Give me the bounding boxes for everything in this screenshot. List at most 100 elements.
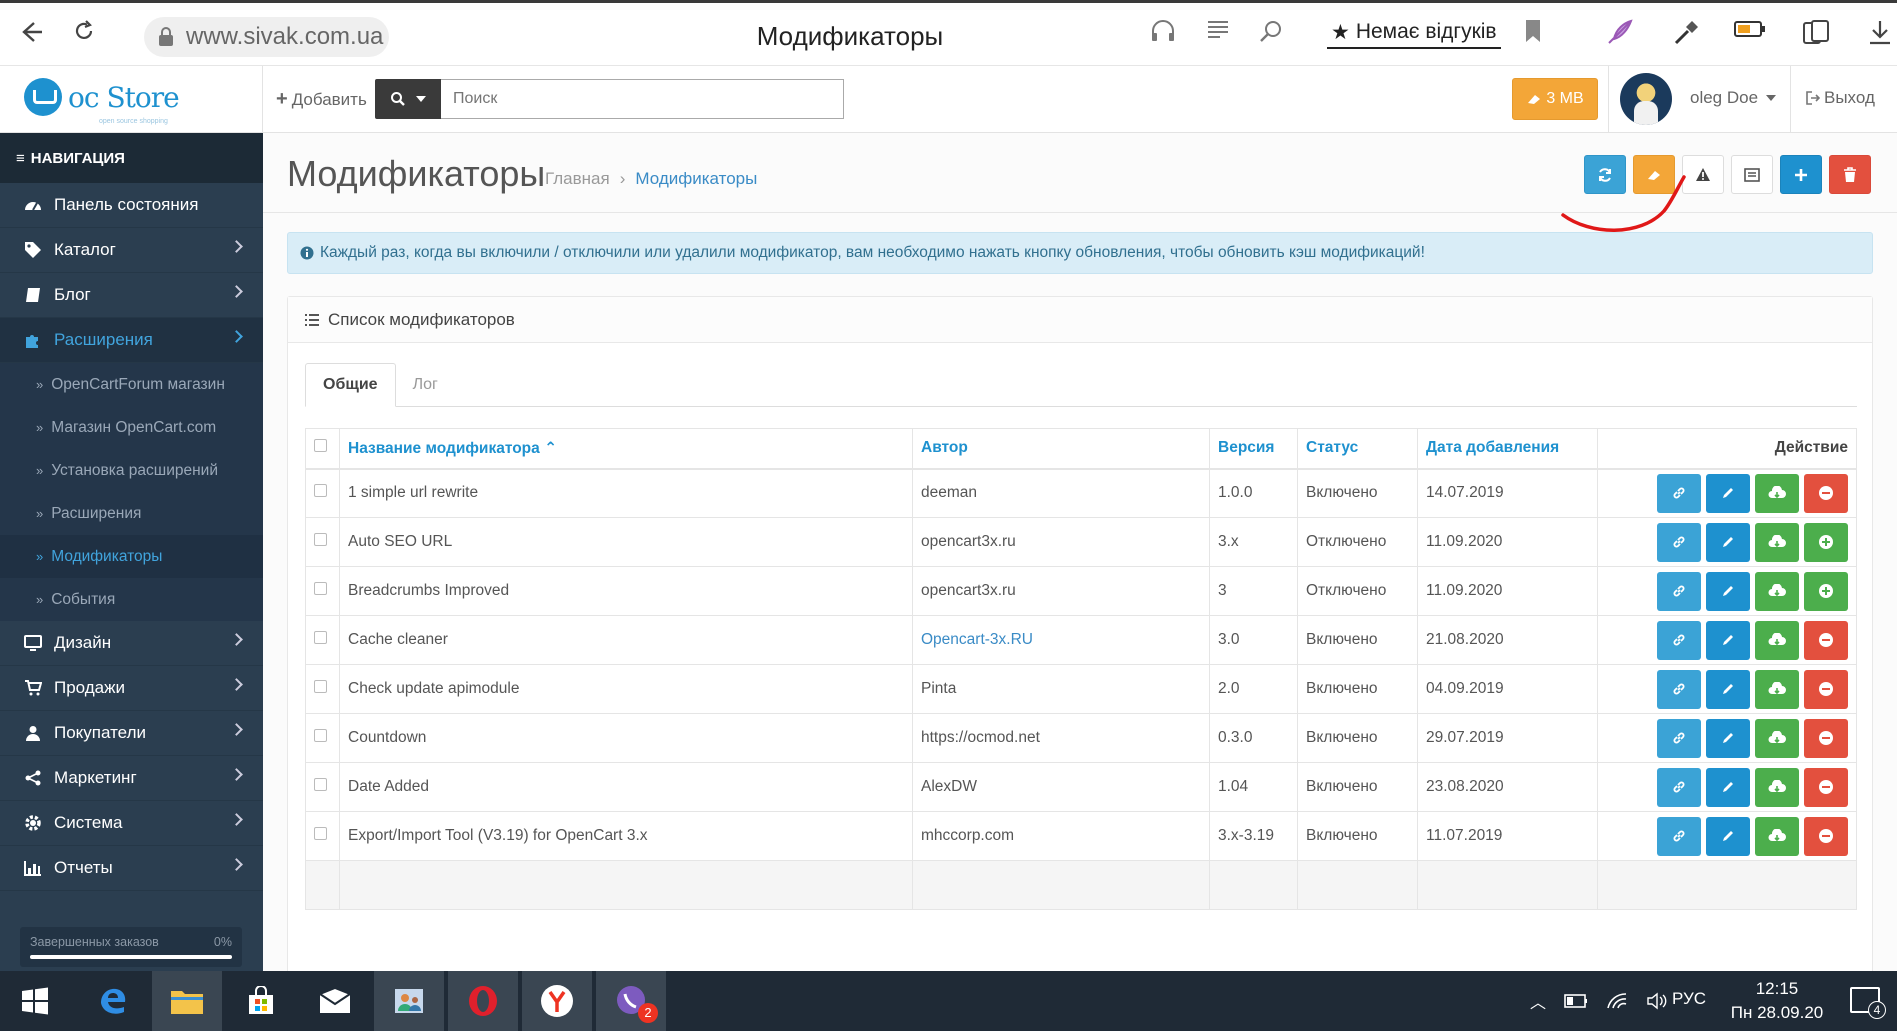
column-header-name[interactable]: Название модификатора ⌃ [339, 428, 913, 470]
collections-icon[interactable] [1802, 19, 1830, 45]
notification-center-button[interactable]: 4 [1850, 987, 1886, 1019]
edit-button[interactable] [1706, 620, 1750, 660]
download-button[interactable] [1755, 816, 1799, 856]
disable-button[interactable] [1804, 767, 1848, 807]
logout-button[interactable]: Выход [1806, 88, 1875, 108]
sidebar-item-extensions[interactable]: Расширения [0, 318, 263, 363]
eyedropper-extension-icon[interactable] [1672, 19, 1700, 45]
breadcrumb-current[interactable]: Модификаторы [635, 169, 757, 189]
language-indicator[interactable]: РУС [1672, 989, 1706, 1009]
edit-button[interactable] [1706, 571, 1750, 611]
search-type-button[interactable] [375, 79, 441, 119]
download-button[interactable] [1755, 718, 1799, 758]
download-button[interactable] [1755, 473, 1799, 513]
edit-button[interactable] [1706, 522, 1750, 562]
download-button[interactable] [1755, 620, 1799, 660]
download-icon[interactable] [1868, 19, 1892, 45]
enable-button[interactable] [1804, 571, 1848, 611]
reviews-button[interactable]: ★ Немає відгуків [1327, 17, 1501, 49]
sidebar-subitem-opencartforum[interactable]: » OpenCartForum магазин [0, 363, 263, 406]
clock[interactable]: 12:15 Пн 28.09.20 [1718, 977, 1836, 1025]
photos-app[interactable] [374, 971, 444, 1031]
file-explorer-app[interactable] [152, 971, 222, 1031]
row-checkbox[interactable] [314, 680, 327, 693]
column-header-author[interactable]: Автор [912, 428, 1210, 470]
sidebar-subitem-extensions[interactable]: » Расширения [0, 492, 263, 535]
link-button[interactable] [1657, 522, 1701, 562]
chevron-up-icon[interactable]: ︿ [1530, 989, 1546, 1013]
clear-cache-size-button[interactable]: 3 MB [1512, 78, 1598, 120]
edit-button[interactable] [1706, 767, 1750, 807]
sidebar-item-blog[interactable]: Блог [0, 273, 263, 318]
column-header-version[interactable]: Версия [1209, 428, 1298, 470]
reload-icon[interactable] [72, 19, 96, 43]
download-button[interactable] [1755, 767, 1799, 807]
edit-button[interactable] [1706, 669, 1750, 709]
battery-icon[interactable] [1564, 993, 1588, 1009]
sidebar-item-customers[interactable]: Покупатели [0, 711, 263, 756]
search-input[interactable] [441, 79, 844, 119]
sidebar-item-dashboard[interactable]: Панель состояния [0, 183, 263, 228]
opera-app[interactable] [448, 971, 518, 1031]
disable-button[interactable] [1804, 669, 1848, 709]
sidebar-subitem-installer[interactable]: » Установка расширений [0, 449, 263, 492]
viber-app[interactable]: 2 [596, 971, 666, 1031]
start-button[interactable] [0, 971, 70, 1031]
link-button[interactable] [1657, 620, 1701, 660]
sidebar-item-reports[interactable]: Отчеты [0, 846, 263, 891]
row-checkbox[interactable] [314, 729, 327, 742]
link-button[interactable] [1657, 767, 1701, 807]
sidebar-item-system[interactable]: Система [0, 801, 263, 846]
delete-button[interactable] [1829, 155, 1871, 194]
link-button[interactable] [1657, 669, 1701, 709]
sidebar-subitem-modifications[interactable]: » Модификаторы [0, 535, 263, 578]
edge-app[interactable] [78, 971, 148, 1031]
row-checkbox[interactable] [314, 484, 327, 498]
find-icon[interactable] [1258, 19, 1284, 43]
mail-app[interactable] [300, 971, 370, 1031]
feather-extension-icon[interactable] [1606, 19, 1634, 45]
download-button[interactable] [1755, 522, 1799, 562]
volume-icon[interactable] [1646, 992, 1668, 1010]
link-button[interactable] [1657, 571, 1701, 611]
edit-button[interactable] [1706, 473, 1750, 513]
row-checkbox[interactable] [314, 533, 327, 546]
edit-button[interactable] [1706, 718, 1750, 758]
link-button[interactable] [1657, 816, 1701, 856]
add-modification-button[interactable] [1780, 155, 1822, 194]
row-checkbox[interactable] [314, 778, 327, 791]
address-bar[interactable]: www.sivak.com.ua [144, 17, 389, 57]
sidebar-item-sales[interactable]: Продажи [0, 666, 263, 711]
row-checkbox[interactable] [314, 582, 327, 595]
enable-button[interactable] [1804, 522, 1848, 562]
disable-button[interactable] [1804, 718, 1848, 758]
bookmark-icon[interactable] [1524, 19, 1542, 43]
wifi-icon[interactable] [1606, 992, 1628, 1010]
add-button[interactable]: + Добавить [276, 88, 367, 111]
disable-button[interactable] [1804, 816, 1848, 856]
ocstore-logo[interactable]: oc Store open source shopping [24, 78, 180, 125]
yandex-browser-app[interactable] [522, 971, 592, 1031]
headphones-icon[interactable] [1150, 19, 1176, 43]
back-icon[interactable] [18, 19, 44, 45]
link-button[interactable] [1657, 718, 1701, 758]
link-button[interactable] [1657, 473, 1701, 513]
download-button[interactable] [1755, 669, 1799, 709]
download-button[interactable] [1755, 571, 1799, 611]
sidebar-subitem-events[interactable]: » События [0, 578, 263, 621]
reader-mode-icon[interactable] [1206, 19, 1230, 41]
row-checkbox[interactable] [314, 631, 327, 644]
sidebar-item-design[interactable]: Дизайн [0, 621, 263, 666]
tab-general[interactable]: Общие [305, 363, 396, 407]
tab-log[interactable]: Лог [396, 363, 455, 407]
sidebar-subitem-opencart-store[interactable]: » Магазин OpenCart.com [0, 406, 263, 449]
avatar[interactable] [1620, 73, 1672, 125]
breadcrumb-home[interactable]: Главная [545, 169, 610, 189]
row-checkbox[interactable] [314, 827, 327, 840]
store-app[interactable] [226, 971, 296, 1031]
list-button[interactable] [1731, 155, 1773, 194]
column-header-status[interactable]: Статус [1297, 428, 1418, 470]
select-all-checkbox[interactable] [314, 439, 327, 453]
sidebar-item-catalog[interactable]: Каталог [0, 228, 263, 273]
disable-button[interactable] [1804, 620, 1848, 660]
